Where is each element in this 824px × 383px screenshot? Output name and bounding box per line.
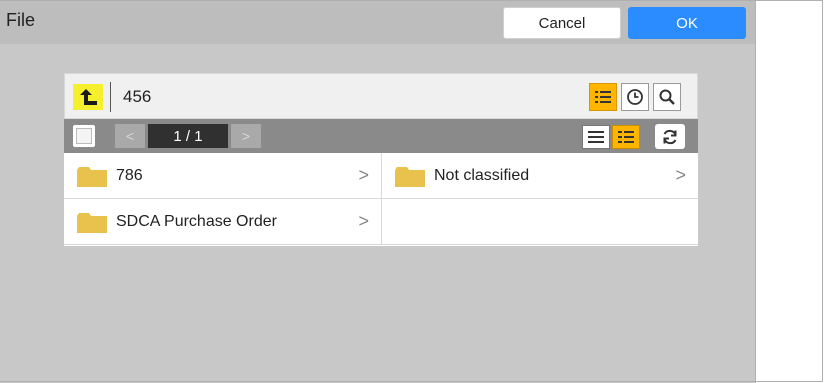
title-bar: File Cancel OK: [0, 0, 755, 44]
window-title: File: [6, 10, 36, 30]
detail-view-icon: [588, 131, 604, 143]
clock-icon: [627, 89, 643, 105]
folder-icon: [77, 213, 107, 233]
search-icon: [659, 89, 675, 105]
up-arrow-icon: [80, 89, 97, 105]
thumbnail-view-button[interactable]: [612, 125, 640, 149]
folder-item[interactable]: 786 >: [64, 153, 382, 199]
path-bar: 456: [64, 73, 698, 119]
search-button[interactable]: [653, 83, 681, 111]
folder-icon: [395, 167, 425, 187]
chevron-right-icon: >: [358, 211, 369, 231]
select-all-checkbox[interactable]: [73, 125, 95, 147]
list-toolbar: < 1 / 1 >: [64, 119, 698, 153]
current-path: 456: [123, 87, 152, 106]
list-view-button[interactable]: [589, 83, 617, 111]
divider: [755, 0, 756, 383]
folder-item[interactable]: Not classified >: [382, 153, 698, 199]
folder-name: SDCA Purchase Order: [116, 213, 277, 230]
empty-cell: [382, 199, 698, 245]
folder-name: Not classified: [434, 167, 530, 184]
next-page-button[interactable]: >: [231, 124, 261, 148]
checkbox-icon: [76, 128, 92, 144]
file-browser: 456 < 1 / 1 > 786 > Not classified > SDC…: [64, 73, 698, 246]
folder-name: 786: [116, 167, 143, 184]
detail-view-button[interactable]: [582, 125, 610, 149]
chevron-right-icon: >: [675, 165, 686, 185]
thumbnail-view-icon: [618, 131, 634, 143]
page-indicator: 1 / 1: [148, 124, 228, 148]
refresh-icon: [663, 129, 677, 144]
prev-page-button[interactable]: <: [115, 124, 145, 148]
history-button[interactable]: [621, 83, 649, 111]
view-toggle: [582, 125, 644, 149]
folder-icon: [77, 167, 107, 187]
ok-button[interactable]: OK: [628, 7, 746, 39]
list-view-icon: [595, 91, 611, 103]
folder-grid: 786 > Not classified > SDCA Purchase Ord…: [64, 153, 698, 246]
path-separator: [110, 82, 111, 112]
cancel-button[interactable]: Cancel: [503, 7, 621, 39]
refresh-button[interactable]: [655, 124, 685, 149]
folder-item[interactable]: SDCA Purchase Order >: [64, 199, 382, 245]
up-folder-button[interactable]: [73, 84, 103, 110]
chevron-right-icon: >: [358, 165, 369, 185]
